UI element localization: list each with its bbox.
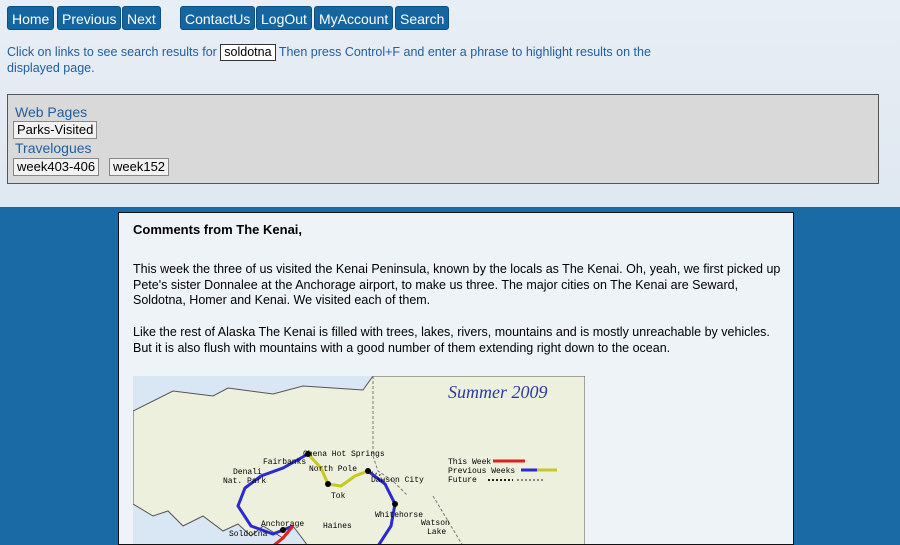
route-map-drawing: Summer 2009 Fairbanks Chena Hot Springs …: [133, 376, 585, 544]
map-label-lake: Lake: [427, 528, 446, 537]
article-title: Comments from The Kenai,: [133, 222, 303, 237]
home-button[interactable]: Home: [7, 6, 55, 30]
next-button[interactable]: Next: [122, 6, 161, 30]
search-hint: Click on links to see search results for…: [7, 44, 657, 76]
legend-this-week: This Week: [448, 458, 491, 467]
map-label-whitehorse: Whitehorse: [375, 511, 423, 520]
search-button[interactable]: Search: [395, 6, 450, 30]
map-label-nat-park: Nat. Park: [223, 477, 266, 486]
previous-button[interactable]: Previous: [57, 6, 122, 30]
legend-previous-weeks: Previous Weeks: [448, 467, 515, 476]
article-paragraph-2: Like the rest of Alaska The Kenai is fil…: [133, 325, 770, 355]
my-account-button[interactable]: MyAccount: [314, 6, 394, 30]
map-banner: Summer 2009: [448, 382, 548, 402]
map-label-north-pole: North Pole: [309, 465, 357, 474]
logout-button[interactable]: LogOut: [256, 6, 312, 30]
search-term-badge: soldotna: [220, 44, 276, 61]
map-label-anchorage: Anchorage: [261, 520, 304, 529]
week403-406-link[interactable]: week403-406: [13, 158, 100, 176]
article-content: Comments from The Kenai, This week the t…: [118, 212, 794, 545]
travelogues-heading[interactable]: Travelogues: [15, 140, 92, 156]
map-label-dawson-city: Dawson City: [371, 476, 424, 485]
map-label-chena: Chena Hot Springs: [303, 450, 385, 459]
map-label-watson: Watson: [421, 519, 450, 528]
article-paragraph-1: This week the three of us visited the Ke…: [133, 262, 781, 307]
map-label-denali: Denali: [233, 468, 262, 477]
week152-link[interactable]: week152: [109, 158, 170, 176]
map-label-haines: Haines: [323, 522, 352, 531]
hint-text-before: Click on links to see search results for: [7, 45, 217, 59]
map-label-soldotna: Soldotna: [229, 530, 268, 539]
map-label-fairbanks: Fairbanks: [263, 458, 306, 467]
web-pages-heading[interactable]: Web Pages: [15, 104, 87, 120]
parks-visited-link[interactable]: Parks-Visited: [13, 121, 98, 139]
map-label-tok: Tok: [331, 492, 346, 501]
contact-us-button[interactable]: ContactUs: [180, 6, 256, 30]
search-results-panel: Web Pages Parks-Visited Travelogues week…: [7, 94, 879, 184]
route-map-image: Summer 2009 Fairbanks Chena Hot Springs …: [133, 376, 585, 544]
top-header-area: Home Previous Next ContactUs LogOut MyAc…: [0, 0, 900, 207]
legend-future: Future: [448, 476, 477, 485]
